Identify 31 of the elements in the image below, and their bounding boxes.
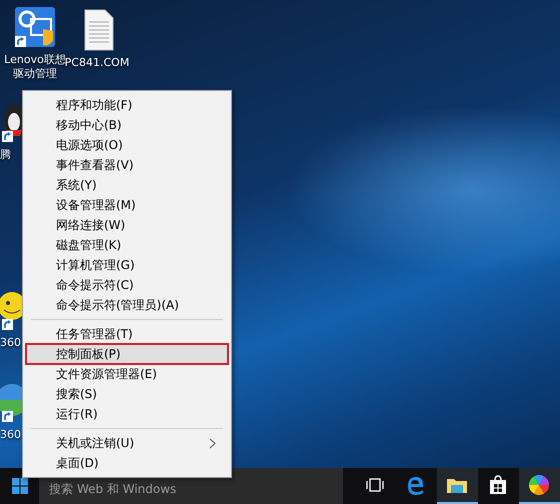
menu-item[interactable]: 移动中心(B) (26, 115, 228, 135)
menu-item[interactable]: 控制面板(P) (26, 344, 228, 364)
menu-item[interactable]: 网络连接(W) (26, 215, 228, 235)
chevron-right-icon (209, 438, 216, 448)
windows-logo-icon (12, 478, 28, 494)
color-wheel-icon (529, 475, 550, 495)
menu-item[interactable]: 程序和功能(F) (26, 95, 228, 115)
menu-item[interactable]: 关机或注销(U) (26, 433, 228, 453)
menu-item[interactable]: 文件资源管理器(E) (26, 364, 228, 384)
menu-item[interactable]: 系统(Y) (26, 175, 228, 195)
desktop-icon-label: 360 (0, 336, 21, 350)
menu-item[interactable]: 事件查看器(V) (26, 155, 228, 175)
taskbar-button[interactable] (436, 468, 478, 504)
menu-item[interactable]: 搜索(S) (26, 384, 228, 404)
menu-item[interactable]: 运行(R) (26, 404, 228, 424)
menu-item[interactable]: 命令提示符(C) (26, 275, 228, 295)
desktop-icon-label: PC841.COM (64, 56, 130, 70)
menu-item[interactable]: 计算机管理(G) (26, 255, 228, 275)
desktop-icon-label: Lenovo联想驱动管理 (3, 53, 66, 81)
task-view-icon (366, 478, 384, 492)
menu-item[interactable]: 电源选项(O) (26, 135, 228, 155)
menu-item[interactable]: 任务管理器(T) (26, 324, 228, 344)
folder-icon (446, 476, 468, 494)
desktop-icon-label: 360 (0, 428, 21, 442)
shopping-bag-icon (489, 475, 508, 495)
desktop-icon-label: 腾 (0, 148, 11, 162)
menu-item[interactable]: 磁盘管理(K) (26, 235, 228, 255)
taskbar-button[interactable] (518, 468, 560, 504)
menu-item[interactable]: 命令提示符(管理员)(A) (26, 295, 228, 315)
lenovo-app-icon[interactable] (13, 5, 57, 49)
menu-item[interactable]: 设备管理器(M) (26, 195, 228, 215)
